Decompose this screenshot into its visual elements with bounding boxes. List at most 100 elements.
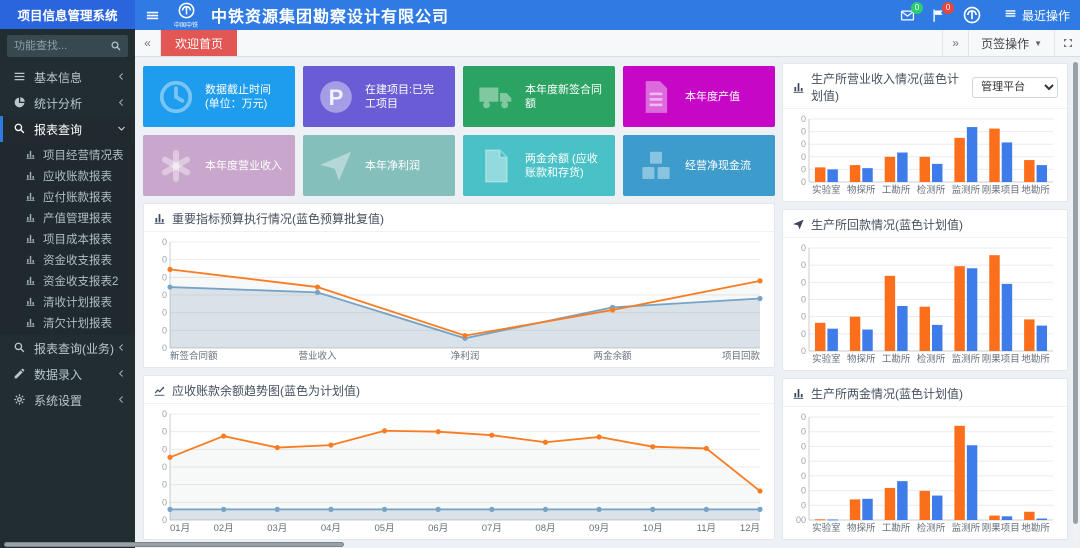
- sidebar-subitem-2[interactable]: 应付账款报表: [0, 186, 135, 207]
- tab-welcome-home[interactable]: 欢迎首页: [161, 30, 237, 56]
- chevron-left-icon: [117, 343, 126, 352]
- bar-chart-icon: [792, 81, 805, 94]
- kpi-card-1[interactable]: P在建项目:已完工项目: [303, 66, 455, 127]
- sidebar-subitem-4[interactable]: 项目成本报表: [0, 228, 135, 249]
- svg-text:营业收入: 营业收入: [298, 350, 337, 362]
- sidebar-item-5[interactable]: 系统设置: [0, 387, 135, 413]
- sidebar-item-1[interactable]: 统计分析: [0, 90, 135, 116]
- paper-plane-icon: [792, 218, 805, 231]
- panel-title: 应收账款余额趋势图(蓝色为计划值): [172, 382, 360, 399]
- kpi-card-6[interactable]: 两金余额 (应收账款和存货): [463, 135, 615, 196]
- gear-icon: [13, 393, 26, 406]
- kpi-card-2[interactable]: 本年度新签合同额: [463, 66, 615, 127]
- topbar-right: 0 0 最近操作: [900, 5, 1070, 25]
- svg-text:工勘所: 工勘所: [882, 185, 911, 196]
- recent-operations-button[interactable]: 最近操作: [1004, 7, 1070, 24]
- sidebar-subitem-label: 资金收支报表2: [43, 273, 118, 289]
- paper-plane-icon: [317, 147, 355, 185]
- kpi-card-7[interactable]: 经营净现金流: [623, 135, 775, 196]
- asterisk-icon: [157, 147, 195, 185]
- sidebar-subitem-3[interactable]: 产值管理报表: [0, 207, 135, 228]
- svg-text:0: 0: [801, 471, 806, 481]
- sidebar-subitem-8[interactable]: 清欠计划报表: [0, 312, 135, 333]
- emblem-icon[interactable]: [962, 5, 982, 25]
- horizontal-scrollbar-thumb[interactable]: [4, 542, 344, 547]
- app-title: 项目信息管理系统: [0, 0, 135, 29]
- fullscreen-toggle-icon[interactable]: [1054, 30, 1080, 56]
- panel-prod-collection: 生产所回款情况(蓝色计划值) 0000000实验室物探所工勘所检测所监测所刚果项…: [782, 209, 1068, 371]
- sidebar-subitem-7[interactable]: 清收计划报表: [0, 291, 135, 312]
- search-input[interactable]: [7, 35, 104, 57]
- kpi-card-4[interactable]: 本年度营业收入: [143, 135, 295, 196]
- parking-circle-icon: P: [317, 78, 355, 116]
- svg-text:新签合同额: 新签合同额: [170, 350, 218, 362]
- vertical-scrollbar-thumb[interactable]: [1073, 62, 1078, 524]
- app-root: 项目信息管理系统 基本信息统计分析报表查询项目经营情况表应收账款报表应付账款报表…: [0, 0, 1080, 548]
- svg-text:两金余额: 两金余额: [593, 350, 632, 362]
- budget-exec-chart: 0000000新签合同额营业收入净利润两金余额项目回款: [148, 234, 768, 363]
- platform-select[interactable]: 管理平台: [972, 77, 1058, 98]
- sidebar-subitem-6[interactable]: 资金收支报表2: [0, 270, 135, 291]
- sidebar-item-label: 基本信息: [34, 69, 117, 86]
- caret-down-icon: ▼: [1034, 39, 1042, 48]
- svg-text:监测所: 监测所: [952, 184, 981, 196]
- kpi-card-0[interactable]: 数据截止时间(单位：万元): [143, 66, 295, 127]
- scroll-tabs-left-button[interactable]: «: [135, 30, 161, 56]
- svg-text:0: 0: [801, 456, 806, 466]
- svg-text:11月: 11月: [697, 523, 716, 534]
- prod-revenue-chart: 000000实验室物探所工勘所检测所监测所刚果项目地勘所: [787, 111, 1061, 197]
- sidebar-subitem-label: 应收账款报表: [43, 168, 112, 184]
- svg-text:0: 0: [162, 290, 167, 300]
- svg-text:监测所: 监测所: [952, 522, 981, 534]
- emblem-icon: [962, 5, 982, 25]
- kpi-card-label: 本年度新签合同额: [525, 83, 605, 111]
- svg-text:物探所: 物探所: [847, 353, 876, 365]
- svg-text:09月: 09月: [589, 523, 609, 534]
- search-icon[interactable]: [104, 35, 128, 57]
- mail-icon[interactable]: 0: [900, 8, 915, 23]
- svg-text:0: 0: [162, 462, 167, 472]
- sidebar: 项目信息管理系统 基本信息统计分析报表查询项目经营情况表应收账款报表应付账款报表…: [0, 0, 135, 548]
- svg-text:0: 0: [801, 114, 806, 124]
- svg-text:检测所: 检测所: [917, 184, 946, 196]
- kpi-card-label: 经营净现金流: [685, 159, 751, 173]
- svg-text:地勘所: 地勘所: [1021, 184, 1050, 196]
- kpi-card-5[interactable]: 本年净利润: [303, 135, 455, 196]
- svg-text:检测所: 检测所: [917, 522, 946, 534]
- sidebar-subitem-0[interactable]: 项目经营情况表: [0, 144, 135, 165]
- logo-text: 中国中铁: [174, 23, 198, 29]
- kpi-card-3[interactable]: 本年度产值: [623, 66, 775, 127]
- sidebar-item-4[interactable]: 数据录入: [0, 361, 135, 387]
- scroll-tabs-right-button[interactable]: »: [942, 30, 968, 56]
- panel-prod-revenue: 生产所营业收入情况(蓝色计划值) 管理平台 000000实验室物探所工勘所检测所…: [782, 63, 1068, 202]
- sidebar-submenu: 项目经营情况表应收账款报表应付账款报表产值管理报表项目成本报表资金收支报表资金收…: [0, 142, 135, 335]
- sidebar-item-2[interactable]: 报表查询: [0, 116, 135, 142]
- tab-operations-dropdown[interactable]: 页签操作 ▼: [968, 30, 1054, 56]
- bar-chart-icon: [25, 149, 36, 160]
- svg-text:检测所: 检测所: [917, 353, 946, 365]
- sidebar-subitem-5[interactable]: 资金收支报表: [0, 249, 135, 270]
- flag-icon[interactable]: 0: [931, 8, 946, 23]
- sidebar-search: [0, 29, 135, 64]
- kpi-card-label: 两金余额 (应收账款和存货): [525, 152, 605, 180]
- mail-badge: 0: [911, 2, 923, 14]
- svg-text:0: 0: [801, 346, 806, 356]
- svg-text:实验室: 实验室: [812, 353, 841, 365]
- bar-chart-icon: [25, 170, 36, 181]
- svg-text:00: 00: [796, 515, 806, 525]
- kpi-card-label: 本年净利润: [365, 159, 420, 173]
- svg-text:04月: 04月: [321, 523, 341, 534]
- bar-chart-icon: [25, 254, 36, 265]
- svg-text:0: 0: [801, 277, 806, 287]
- svg-text:0: 0: [801, 486, 806, 496]
- svg-text:0: 0: [801, 427, 806, 437]
- line-chart-icon: [153, 384, 166, 397]
- company-logo: 中国中铁: [169, 1, 203, 29]
- sidebar-subitem-1[interactable]: 应收账款报表: [0, 165, 135, 186]
- sidebar-item-0[interactable]: 基本信息: [0, 64, 135, 90]
- svg-text:05月: 05月: [375, 523, 395, 534]
- sidebar-item-3[interactable]: 报表查询(业务): [0, 335, 135, 361]
- hamburger-icon[interactable]: [135, 0, 169, 30]
- panel-receivable-trend: 应收账款余额趋势图(蓝色为计划值) 000000001月02月03月04月05月…: [143, 375, 775, 540]
- svg-text:0: 0: [801, 164, 806, 174]
